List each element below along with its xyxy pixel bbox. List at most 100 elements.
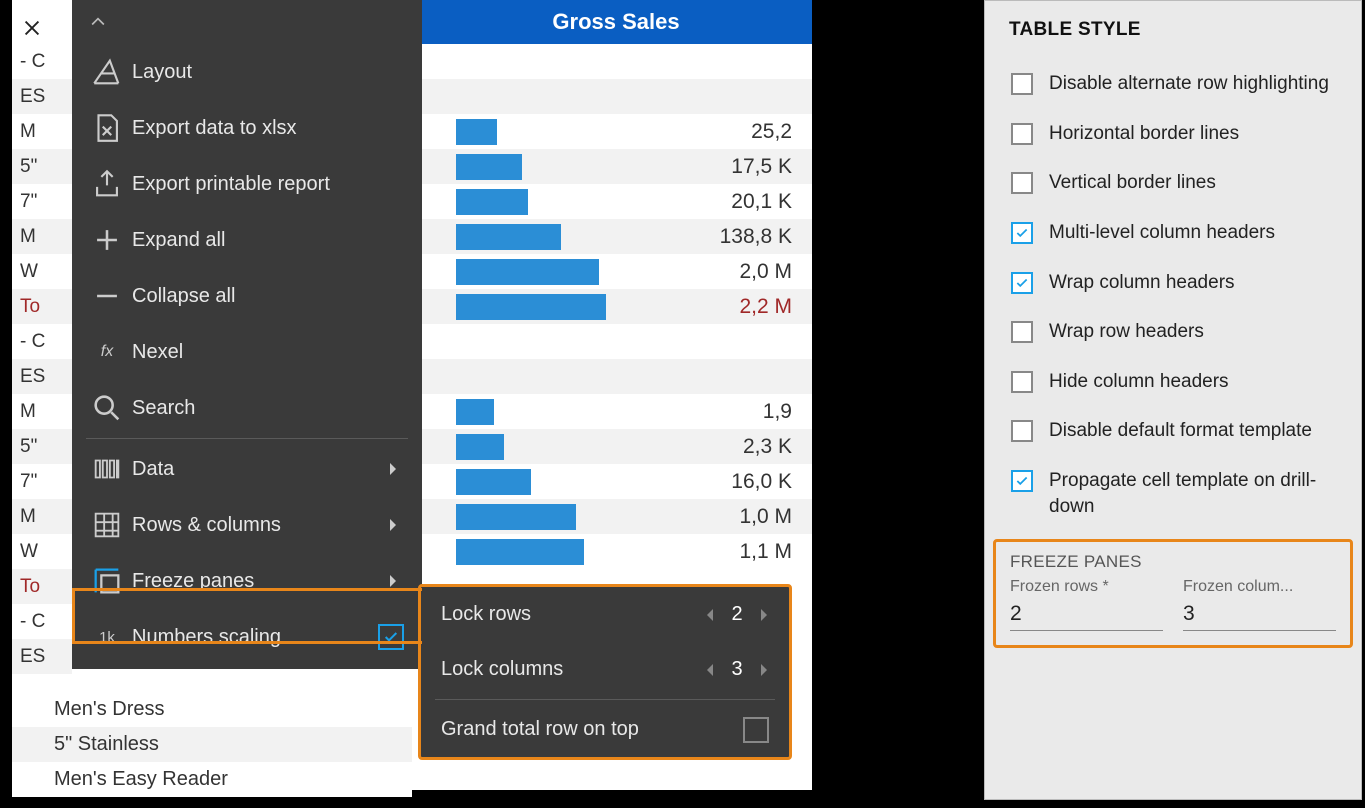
- table-row[interactable]: 5": [12, 149, 72, 184]
- option-label: Wrap column headers: [1049, 270, 1341, 296]
- table-row[interactable]: W: [12, 254, 72, 289]
- checkbox[interactable]: [1011, 470, 1033, 492]
- table-row[interactable]: 20,1 K: [420, 184, 812, 219]
- close-button[interactable]: [12, 8, 52, 48]
- option-wrap_row[interactable]: Wrap row headers: [1007, 307, 1345, 357]
- table-row[interactable]: To: [12, 289, 72, 324]
- option-h_border[interactable]: Horizontal border lines: [1007, 109, 1345, 159]
- submenu-label: Grand total row on top: [441, 718, 733, 741]
- table-row[interactable]: Men's Dress: [12, 692, 412, 727]
- table-row[interactable]: - C: [12, 44, 72, 79]
- table-row[interactable]: 2,2 M: [420, 289, 812, 324]
- table-row[interactable]: M: [12, 219, 72, 254]
- table-row[interactable]: 5" Stainless: [12, 727, 412, 762]
- grand-total-checkbox[interactable]: [743, 717, 769, 743]
- table-row[interactable]: 17,5 K: [420, 149, 812, 184]
- table-row[interactable]: M: [12, 114, 72, 149]
- data-bar: [456, 469, 531, 495]
- submenu-grand-total[interactable]: Grand total row on top: [421, 702, 789, 757]
- menu-item-export-xlsx[interactable]: Export data to xlsx: [72, 100, 422, 156]
- checkbox[interactable]: [1011, 172, 1033, 194]
- data-bar: [456, 189, 528, 215]
- table-row[interactable]: - C: [12, 604, 72, 639]
- submenu-lock-columns: Lock columns 3: [421, 642, 789, 697]
- table-row[interactable]: 16,0 K: [420, 464, 812, 499]
- data-bar: [456, 154, 522, 180]
- table-row[interactable]: Men's Easy Reader: [12, 762, 412, 797]
- option-hide_col[interactable]: Hide column headers: [1007, 357, 1345, 407]
- lock-columns-value: 3: [729, 658, 745, 681]
- menu-item-expand-all[interactable]: Expand all: [72, 212, 422, 268]
- column-header-gross-sales[interactable]: Gross Sales: [420, 0, 812, 44]
- numbers-scaling-icon: 1k: [90, 629, 124, 646]
- table-row[interactable]: 1,9: [420, 394, 812, 429]
- option-wrap_col[interactable]: Wrap column headers: [1007, 258, 1345, 308]
- table-row[interactable]: 2,0 M: [420, 254, 812, 289]
- table-row[interactable]: W: [12, 534, 72, 569]
- checkbox[interactable]: [1011, 272, 1033, 294]
- table-row[interactable]: 1,0 M: [420, 499, 812, 534]
- checkbox[interactable]: [1011, 321, 1033, 343]
- menu-collapse-button[interactable]: [72, 0, 422, 44]
- menu-item-layout[interactable]: Layout: [72, 44, 422, 100]
- checkbox[interactable]: [1011, 123, 1033, 145]
- table-row[interactable]: 1,1 M: [420, 534, 812, 569]
- option-label: Propagate cell template on drill-down: [1049, 468, 1341, 519]
- export-icon: [90, 167, 124, 201]
- option-disable_alt[interactable]: Disable alternate row highlighting: [1007, 59, 1345, 109]
- chevron-right-icon: [388, 462, 404, 476]
- table-row[interactable]: ES: [12, 359, 72, 394]
- checkbox[interactable]: [1011, 222, 1033, 244]
- table-row[interactable]: M: [12, 394, 72, 429]
- cell-value: 2,0 M: [599, 260, 813, 284]
- table-row[interactable]: M: [12, 499, 72, 534]
- menu-item-search[interactable]: Search: [72, 380, 422, 436]
- table-row[interactable]: 5": [12, 429, 72, 464]
- table-row[interactable]: ES: [12, 79, 72, 114]
- frozen-columns-input[interactable]: 3: [1183, 598, 1336, 631]
- option-disable_fmt[interactable]: Disable default format template: [1007, 406, 1345, 456]
- submenu-lock-rows: Lock rows 2: [421, 587, 789, 642]
- lock-rows-stepper: 2: [705, 603, 769, 626]
- table-row[interactable]: [420, 44, 812, 79]
- numbers-scaling-checkbox[interactable]: [378, 624, 404, 650]
- stepper-increase[interactable]: [759, 608, 769, 622]
- table-row[interactable]: To: [12, 569, 72, 604]
- checkbox[interactable]: [1011, 371, 1033, 393]
- table-row[interactable]: [420, 324, 812, 359]
- menu-item-data[interactable]: Data: [72, 441, 422, 497]
- frozen-rows-field[interactable]: Frozen rows * 2: [1010, 578, 1163, 631]
- menu-item-rows-columns[interactable]: Rows & columns: [72, 497, 422, 553]
- table-row[interactable]: 138,8 K: [420, 219, 812, 254]
- table-row[interactable]: [420, 79, 812, 114]
- menu-item-numbers-scaling[interactable]: 1k Numbers scaling: [72, 609, 422, 665]
- option-propagate[interactable]: Propagate cell template on drill-down: [1007, 456, 1345, 531]
- option-v_border[interactable]: Vertical border lines: [1007, 158, 1345, 208]
- menu-item-collapse-all[interactable]: Collapse all: [72, 268, 422, 324]
- table-row[interactable]: 25,2: [420, 114, 812, 149]
- cell-value: 2,2 M: [606, 295, 812, 319]
- menu-item-export-printable[interactable]: Export printable report: [72, 156, 422, 212]
- table-row[interactable]: ES: [12, 639, 72, 674]
- stepper-decrease[interactable]: [705, 663, 715, 677]
- table-row[interactable]: 7": [12, 184, 72, 219]
- frozen-rows-input[interactable]: 2: [1010, 598, 1163, 631]
- option-label: Vertical border lines: [1049, 170, 1341, 196]
- checkbox[interactable]: [1011, 420, 1033, 442]
- table-row[interactable]: 2,3 K: [420, 429, 812, 464]
- stepper-increase[interactable]: [759, 663, 769, 677]
- submenu-label: Lock rows: [441, 603, 695, 626]
- menu-item-label: Freeze panes: [124, 570, 388, 593]
- table-row[interactable]: - C: [12, 324, 72, 359]
- menu-item-nexel[interactable]: fx Nexel: [72, 324, 422, 380]
- table-row[interactable]: [420, 359, 812, 394]
- lock-columns-stepper: 3: [705, 658, 769, 681]
- option-multi_header[interactable]: Multi-level column headers: [1007, 208, 1345, 258]
- checkbox[interactable]: [1011, 73, 1033, 95]
- option-label: Horizontal border lines: [1049, 121, 1341, 147]
- menu-item-label: Layout: [124, 61, 404, 84]
- menu-item-freeze-panes[interactable]: Freeze panes: [72, 553, 422, 609]
- frozen-columns-field[interactable]: Frozen colum... 3: [1183, 578, 1336, 631]
- stepper-decrease[interactable]: [705, 608, 715, 622]
- table-row[interactable]: 7": [12, 464, 72, 499]
